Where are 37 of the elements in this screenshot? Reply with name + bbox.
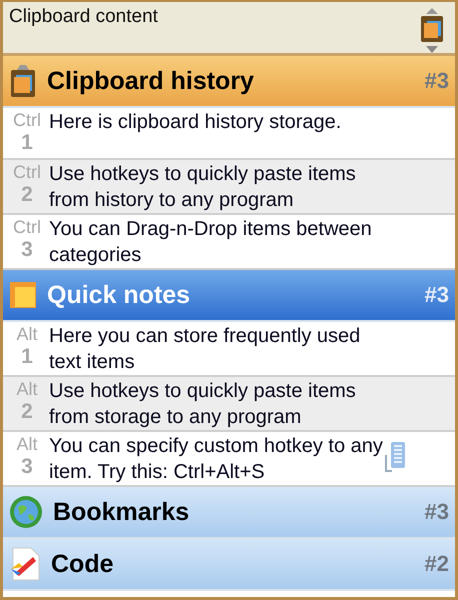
clip-item[interactable]: Alt 2 Use hotkeys to quickly paste items from storage to any program (3, 377, 455, 432)
panel-title: Clipboard content (9, 6, 158, 29)
item-count: #3 (424, 282, 449, 308)
category-header[interactable]: Code #2 (3, 539, 455, 591)
item-count: #3 (424, 68, 449, 94)
category-header[interactable]: Quick notes #3 (3, 270, 455, 322)
hotkey-modifier: Alt (16, 323, 38, 345)
hotkey-number: 3 (21, 455, 33, 479)
item-count: #2 (424, 551, 449, 577)
category-title: Code (51, 550, 114, 578)
hotkey-number: 2 (21, 183, 33, 207)
hotkey-modifier: Ctrl (13, 161, 41, 183)
clipboard-icon (9, 64, 37, 98)
category-header[interactable]: Bookmarks #3 (3, 487, 455, 539)
item-count: #3 (424, 499, 449, 525)
hotkey-number: 1 (21, 131, 33, 155)
category-title: Quick notes (47, 280, 192, 310)
hotkey-modifier: Ctrl (13, 109, 41, 131)
item-text: Here is clipboard history storage. (49, 110, 342, 135)
category-title: Bookmarks (53, 498, 190, 526)
item-text: Use hotkeys to quickly paste items from history to any program (49, 162, 357, 213)
category-title: Clipboard history (47, 66, 255, 96)
hotkey-number: 2 (21, 400, 33, 424)
hotkey-modifier: Alt (16, 378, 38, 400)
item-text: You can specify custom hotkey to any item. Try this: Ctrl+Alt+S (49, 434, 384, 485)
globe-icon (9, 495, 43, 529)
note-icon (9, 281, 37, 309)
hotkey-modifier: Ctrl (13, 216, 41, 238)
code-file-icon (9, 547, 41, 581)
category-header[interactable]: Clipboard history #3 (3, 56, 455, 108)
hotkey-number: 3 (21, 238, 33, 262)
item-text: You can Drag-n-Drop items between categories (49, 217, 373, 268)
hotkey-modifier: Alt (16, 433, 38, 455)
item-text: Use hotkeys to quickly paste items from storage to any program (49, 379, 357, 430)
clip-item[interactable]: Ctrl 2 Use hotkeys to quickly paste items from history to any program (3, 160, 455, 215)
item-text: Here you can store frequently used text items (49, 324, 362, 375)
hotkey-number: 1 (21, 345, 33, 369)
